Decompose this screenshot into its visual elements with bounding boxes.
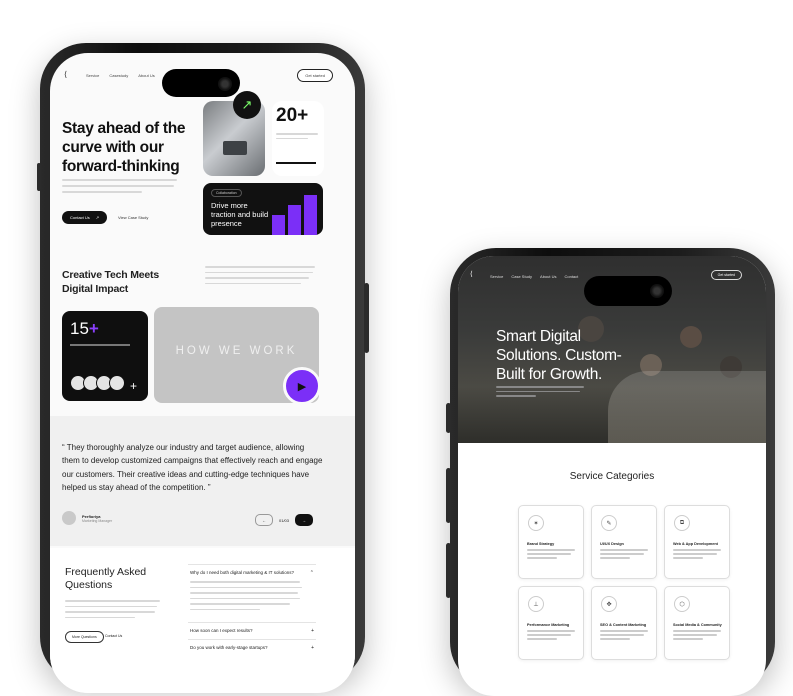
traction-text: Drive more traction and build presence xyxy=(211,201,269,228)
get-started-button[interactable]: Get started xyxy=(710,270,742,280)
dynamic-island xyxy=(162,69,240,97)
stat-growth-number: 20+ xyxy=(276,105,309,126)
service-card[interactable]: ✶ Brand Strategy xyxy=(518,505,584,579)
nav-link-service[interactable]: Service xyxy=(86,73,99,78)
plus-icon: + xyxy=(311,645,314,651)
phone-side-button xyxy=(446,403,451,433)
service-grid: ✶ Brand Strategy ✎ UI/UX Design ⧉ Web & … xyxy=(518,505,732,660)
prev-arrow-icon[interactable]: ← xyxy=(255,514,273,526)
plus-icon: + xyxy=(130,379,138,393)
search-icon: ✥ xyxy=(601,596,617,612)
more-questions-button[interactable]: More Questions xyxy=(65,631,104,643)
faq-answer xyxy=(188,581,316,622)
avatar xyxy=(62,511,76,525)
contact-us-button[interactable]: Contact Us ↗ xyxy=(62,211,108,224)
dynamic-island xyxy=(584,276,672,306)
stat-projects-number: 15+ xyxy=(70,319,99,338)
play-icon[interactable]: ▶ xyxy=(283,367,321,405)
phone-volume-down-button xyxy=(446,543,451,598)
service-card[interactable]: ⬡ Social Media & Community xyxy=(664,586,730,660)
bulb-icon: ✶ xyxy=(528,515,544,531)
next-arrow-icon[interactable]: → xyxy=(295,514,314,526)
faq-item[interactable]: How soon can I expect results? + xyxy=(188,622,316,639)
phone-screen: ⟨ Service Casestudy About Us Get started… xyxy=(50,53,355,693)
faq-title: Frequently Asked Questions xyxy=(65,566,147,591)
service-card[interactable]: ✎ UI/UX Design xyxy=(591,505,657,579)
chart-icon: ⊥ xyxy=(528,596,544,612)
traction-tag: Collaboration xyxy=(211,189,242,197)
faq-section: Frequently Asked Questions More Question… xyxy=(50,548,355,693)
service-card[interactable]: ⧉ Web & App Development xyxy=(664,505,730,579)
nav-link-casestudy[interactable]: Case Study xyxy=(511,274,532,279)
nav-link-service[interactable]: Service xyxy=(490,274,503,279)
hero-description xyxy=(62,179,182,199)
faq-item[interactable]: Why do I need both digital marketing & I… xyxy=(188,564,316,581)
chevron-up-icon: ⌃ xyxy=(309,570,314,576)
testimonial-pager: ← 01/03 → xyxy=(255,514,314,526)
faq-item[interactable]: Do you work with early-stage startups? + xyxy=(188,639,316,656)
phone-volume-up-button xyxy=(446,468,451,523)
section-description xyxy=(205,266,317,288)
hero-title: Smart Digital Solutions. Custom-Built fo… xyxy=(496,328,622,383)
logo[interactable]: ⟨ xyxy=(470,270,473,278)
traction-bars xyxy=(272,195,317,235)
faq-list: Why do I need both digital marketing & I… xyxy=(188,564,316,656)
traction-card: Collaboration Drive more traction and bu… xyxy=(203,183,323,235)
testimonial-author: Perfioriya Marketing Manager xyxy=(62,511,112,525)
nav-link-about[interactable]: About Us xyxy=(138,73,154,78)
arrow-right-icon: ↗ xyxy=(95,215,100,220)
faq-description xyxy=(65,600,163,622)
view-case-study-link[interactable]: View Case Study xyxy=(118,215,148,220)
code-icon: ⧉ xyxy=(674,515,690,531)
get-started-button[interactable]: Get started xyxy=(297,69,333,82)
nav-link-about[interactable]: About Us xyxy=(540,274,556,279)
plus-icon: + xyxy=(311,628,314,634)
avatar-group xyxy=(70,375,125,391)
phone-screen: ⟨ Service Case Study About Us Contact Ge… xyxy=(458,256,766,696)
trend-up-icon: ↗ xyxy=(233,91,261,119)
stat-card-growth: 20+ xyxy=(272,101,324,176)
contact-us-label: Contact Us xyxy=(70,215,90,220)
how-we-work-video[interactable]: HOW WE WORK ▶ xyxy=(154,307,321,405)
stat-card-projects: 15+ + xyxy=(62,311,148,401)
how-we-work-label: HOW WE WORK xyxy=(175,345,298,357)
section-title: Creative Tech Meets Digital Impact xyxy=(62,269,159,295)
hero-description xyxy=(496,386,586,400)
nav-link-casestudy[interactable]: Casestudy xyxy=(109,73,128,78)
service-categories-title: Service Categories xyxy=(569,471,655,482)
service-card[interactable]: ⊥ Performance Marketing xyxy=(518,586,584,660)
users-icon: ⬡ xyxy=(674,596,690,612)
testimonial-quote: “ They thoroughly analyze our industry a… xyxy=(62,443,323,492)
contact-us-link[interactable]: Contact Us xyxy=(105,634,122,638)
hero-title: Stay ahead of the curve with our forward… xyxy=(62,120,186,175)
phone-mockup-right: ⟨ Service Case Study About Us Contact Ge… xyxy=(446,248,775,696)
phone-mockup-left: ⟨ Service Casestudy About Us Get started… xyxy=(37,43,369,693)
stat-growth-bar xyxy=(276,162,316,164)
phone-power-button xyxy=(364,283,369,353)
pager-count: 01/03 xyxy=(279,517,290,523)
pen-icon: ✎ xyxy=(601,515,617,531)
logo[interactable]: ⟨ xyxy=(64,70,67,79)
nav-link-contact[interactable]: Contact xyxy=(564,274,578,279)
author-role: Marketing Manager xyxy=(82,518,113,523)
phone-side-button xyxy=(37,163,41,191)
service-card[interactable]: ✥ SEO & Content Marketing xyxy=(591,586,657,660)
